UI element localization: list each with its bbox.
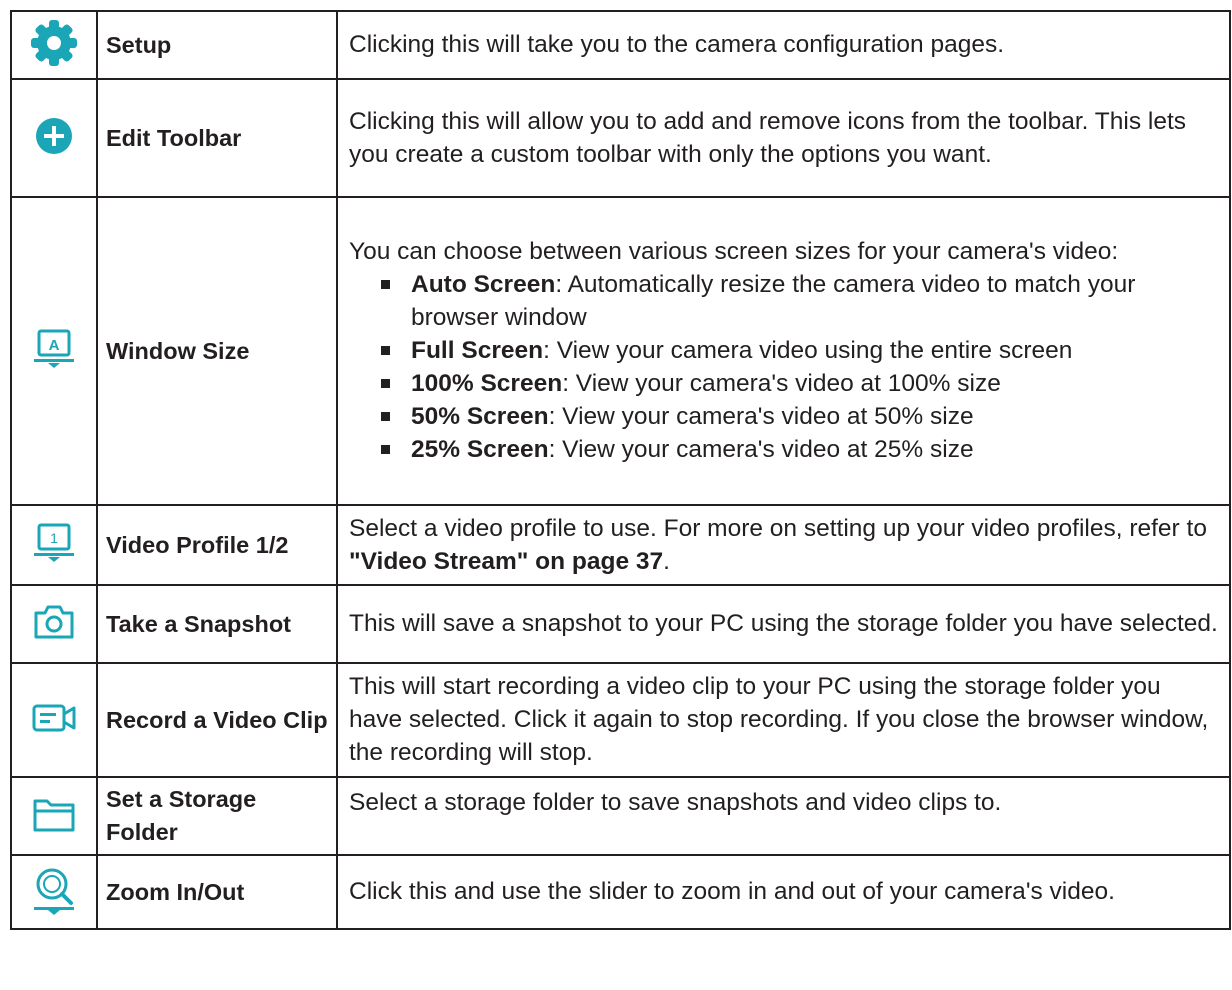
- item-name: Set a Storage Folder: [96, 776, 338, 856]
- item-description: You can choose between various screen si…: [336, 196, 1231, 506]
- item-name: Video Profile 1/2: [96, 504, 338, 586]
- description-text: Select a video profile to use. For more …: [349, 514, 1207, 542]
- item-description: Clicking this will allow you to add and …: [336, 78, 1231, 198]
- table-row: Edit Toolbar Clicking this will allow yo…: [10, 78, 1231, 198]
- item-name: Record a Video Clip: [96, 662, 338, 778]
- toolbar-icons-table: Setup Clicking this will take you to the…: [10, 10, 1231, 930]
- folder-icon: [31, 794, 77, 839]
- icon-cell: 1: [10, 504, 98, 586]
- camera-icon: [32, 603, 76, 646]
- list-item: 100% Screen: View your camera's video at…: [381, 367, 1219, 400]
- icon-cell: [10, 584, 98, 664]
- item-description: Select a video profile to use. For more …: [336, 504, 1231, 586]
- option-text: : View your camera's video at 25% size: [548, 436, 974, 463]
- icon-cell: [10, 776, 98, 856]
- option-text: : View your camera's video at 50% size: [548, 403, 974, 430]
- list-item: Full Screen: View your camera video usin…: [381, 334, 1219, 367]
- window-size-options: Auto Screen: Automatically resize the ca…: [349, 268, 1219, 466]
- table-row: Set a Storage Folder Select a storage fo…: [10, 776, 1231, 856]
- video-camera-icon: [31, 700, 77, 741]
- icon-cell: [10, 662, 98, 778]
- table-row: Take a Snapshot This will save a snapsho…: [10, 584, 1231, 664]
- item-name: Edit Toolbar: [96, 78, 338, 198]
- list-item: Auto Screen: Automatically resize the ca…: [381, 268, 1219, 334]
- item-name: Zoom In/Out: [96, 854, 338, 930]
- plus-circle-icon: [34, 116, 74, 161]
- description-end: .: [663, 547, 670, 575]
- option-term: 100% Screen: [411, 370, 563, 397]
- zoom-icon: [32, 865, 76, 920]
- table-row: 1 Video Profile 1/2 Select a video profi…: [10, 504, 1231, 586]
- window-size-icon-glyph: A: [49, 337, 60, 354]
- option-term: Auto Screen: [411, 271, 556, 298]
- option-term: Full Screen: [411, 337, 544, 364]
- icon-cell: [10, 10, 98, 80]
- item-name: Setup: [96, 10, 338, 80]
- item-description: Select a storage folder to save snapshot…: [336, 776, 1231, 856]
- table-row: Record a Video Clip This will start reco…: [10, 662, 1231, 778]
- icon-cell: [10, 78, 98, 198]
- video-profile-icon-glyph: 1: [50, 530, 58, 546]
- window-size-icon: A: [32, 327, 76, 376]
- option-term: 50% Screen: [411, 403, 549, 430]
- list-item: 50% Screen: View your camera's video at …: [381, 400, 1219, 433]
- page-reference: "Video Stream" on page 37: [349, 547, 664, 575]
- item-description: This will save a snapshot to your PC usi…: [336, 584, 1231, 664]
- table-row: A Window Size You can choose between var…: [10, 196, 1231, 506]
- option-text: : View your camera video using the entir…: [543, 337, 1073, 364]
- list-item: 25% Screen: View your camera's video at …: [381, 433, 1219, 466]
- icon-cell: A: [10, 196, 98, 506]
- option-term: 25% Screen: [411, 436, 549, 463]
- option-text: : View your camera's video at 100% size: [562, 370, 1001, 397]
- item-description: Clicking this will take you to the camer…: [336, 10, 1231, 80]
- item-description: This will start recording a video clip t…: [336, 662, 1231, 778]
- gear-icon: [29, 18, 79, 73]
- item-name: Take a Snapshot: [96, 584, 338, 664]
- icon-cell: [10, 854, 98, 930]
- item-name: Window Size: [96, 196, 338, 506]
- table-row: Zoom In/Out Click this and use the slide…: [10, 854, 1231, 930]
- table-row: Setup Clicking this will take you to the…: [10, 10, 1231, 80]
- video-profile-icon: 1: [32, 521, 76, 570]
- item-description: Click this and use the slider to zoom in…: [336, 854, 1231, 930]
